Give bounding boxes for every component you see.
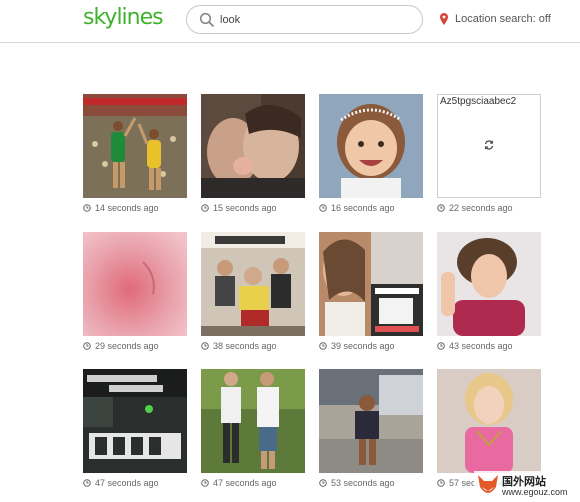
photo-tile[interactable]: Az5tpgsciaabec2 22 seconds ago <box>437 94 541 215</box>
timestamp: 22 seconds ago <box>437 201 513 215</box>
photo-thumbnail[interactable] <box>319 94 423 198</box>
timestamp-text: 14 seconds ago <box>95 203 159 213</box>
photo-tile[interactable]: 15 seconds ago <box>201 94 305 215</box>
couple-closeup-image <box>201 94 305 198</box>
clock-icon <box>437 204 445 212</box>
clock-icon <box>437 479 445 487</box>
photo-tile[interactable]: 14 seconds ago <box>83 94 187 215</box>
timestamp-text: 29 seconds ago <box>95 341 159 351</box>
basketball-players-image <box>83 94 187 198</box>
timestamp-text: 39 seconds ago <box>331 341 395 351</box>
curly-haired-man-image <box>437 232 541 336</box>
timestamp: 15 seconds ago <box>201 201 277 215</box>
clock-icon <box>201 342 209 350</box>
photo-thumbnail[interactable] <box>319 232 423 336</box>
photo-thumbnail[interactable] <box>201 369 305 473</box>
timestamp: 29 seconds ago <box>83 339 159 353</box>
photo-thumbnail[interactable] <box>437 232 541 336</box>
clock-icon <box>83 204 91 212</box>
timestamp: 39 seconds ago <box>319 339 395 353</box>
photo-tile[interactable]: 47 seconds ago <box>83 369 187 490</box>
photo-thumbnail[interactable] <box>201 94 305 198</box>
clock-icon <box>83 479 91 487</box>
photo-thumbnail[interactable] <box>437 369 541 473</box>
photo-thumbnail[interactable] <box>83 94 187 198</box>
game-screen-image <box>83 369 187 473</box>
timestamp: 47 seconds ago <box>201 476 277 490</box>
timestamp: 14 seconds ago <box>83 201 159 215</box>
map-pin-icon <box>440 13 448 25</box>
image-code: Az5tpgsciaabec2 <box>440 96 517 107</box>
photo-tile[interactable]: 16 seconds ago <box>319 94 423 215</box>
timestamp-text: 15 seconds ago <box>213 203 277 213</box>
location-label: Location search: off <box>455 13 551 25</box>
top-bar: skylines Location search: off <box>0 0 580 43</box>
search-input[interactable] <box>220 10 410 29</box>
clock-icon <box>201 204 209 212</box>
clock-icon <box>319 342 327 350</box>
search-box[interactable] <box>186 5 423 34</box>
watermark: 国外网站 www.egouz.com <box>474 471 580 502</box>
timestamp: 43 seconds ago <box>437 339 513 353</box>
timestamp: 53 seconds ago <box>319 476 395 490</box>
photo-tile[interactable]: 39 seconds ago <box>319 232 423 353</box>
clock-icon <box>437 342 445 350</box>
timestamp-text: 53 seconds ago <box>331 478 395 488</box>
woman-in-pink-image <box>437 369 541 473</box>
timestamp-text: 22 seconds ago <box>449 203 513 213</box>
location-toggle[interactable]: Location search: off <box>440 11 551 27</box>
skylines-logo[interactable]: skylines <box>83 5 164 30</box>
search-icon <box>199 12 214 27</box>
photo-thumbnail[interactable] <box>83 232 187 336</box>
loading-thumbnail[interactable]: Az5tpgsciaabec2 <box>437 94 541 198</box>
blurry-skin-closeup-image <box>83 232 187 336</box>
timestamp: 47 seconds ago <box>83 476 159 490</box>
timestamp-text: 43 seconds ago <box>449 341 513 351</box>
photo-tile[interactable]: 29 seconds ago <box>83 232 187 353</box>
photo-tile[interactable]: 43 seconds ago <box>437 232 541 353</box>
clock-icon <box>201 479 209 487</box>
photo-thumbnail[interactable] <box>319 369 423 473</box>
child-in-garage-image <box>319 369 423 473</box>
clock-icon <box>319 204 327 212</box>
photo-thumbnail[interactable] <box>201 232 305 336</box>
timestamp-text: 16 seconds ago <box>331 203 395 213</box>
timestamp-text: 38 seconds ago <box>213 341 277 351</box>
photo-tile[interactable]: 38 seconds ago <box>201 232 305 353</box>
photo-tile[interactable]: 47 seconds ago <box>201 369 305 490</box>
timestamp-text: 47 seconds ago <box>95 478 159 488</box>
refresh-icon <box>484 140 494 150</box>
timestamp-text: 47 seconds ago <box>213 478 277 488</box>
back-to-school-ad-image <box>319 232 423 336</box>
watermark-url: www.egouz.com <box>502 487 568 497</box>
band-poster-image <box>201 232 305 336</box>
smiling-child-image <box>319 94 423 198</box>
photo-thumbnail[interactable] <box>83 369 187 473</box>
photo-tile[interactable]: 53 seconds ago <box>319 369 423 490</box>
people-outdoors-image <box>201 369 305 473</box>
clock-icon <box>83 342 91 350</box>
fox-logo-icon <box>478 475 498 493</box>
timestamp: 16 seconds ago <box>319 201 395 215</box>
timestamp: 38 seconds ago <box>201 339 277 353</box>
clock-icon <box>319 479 327 487</box>
